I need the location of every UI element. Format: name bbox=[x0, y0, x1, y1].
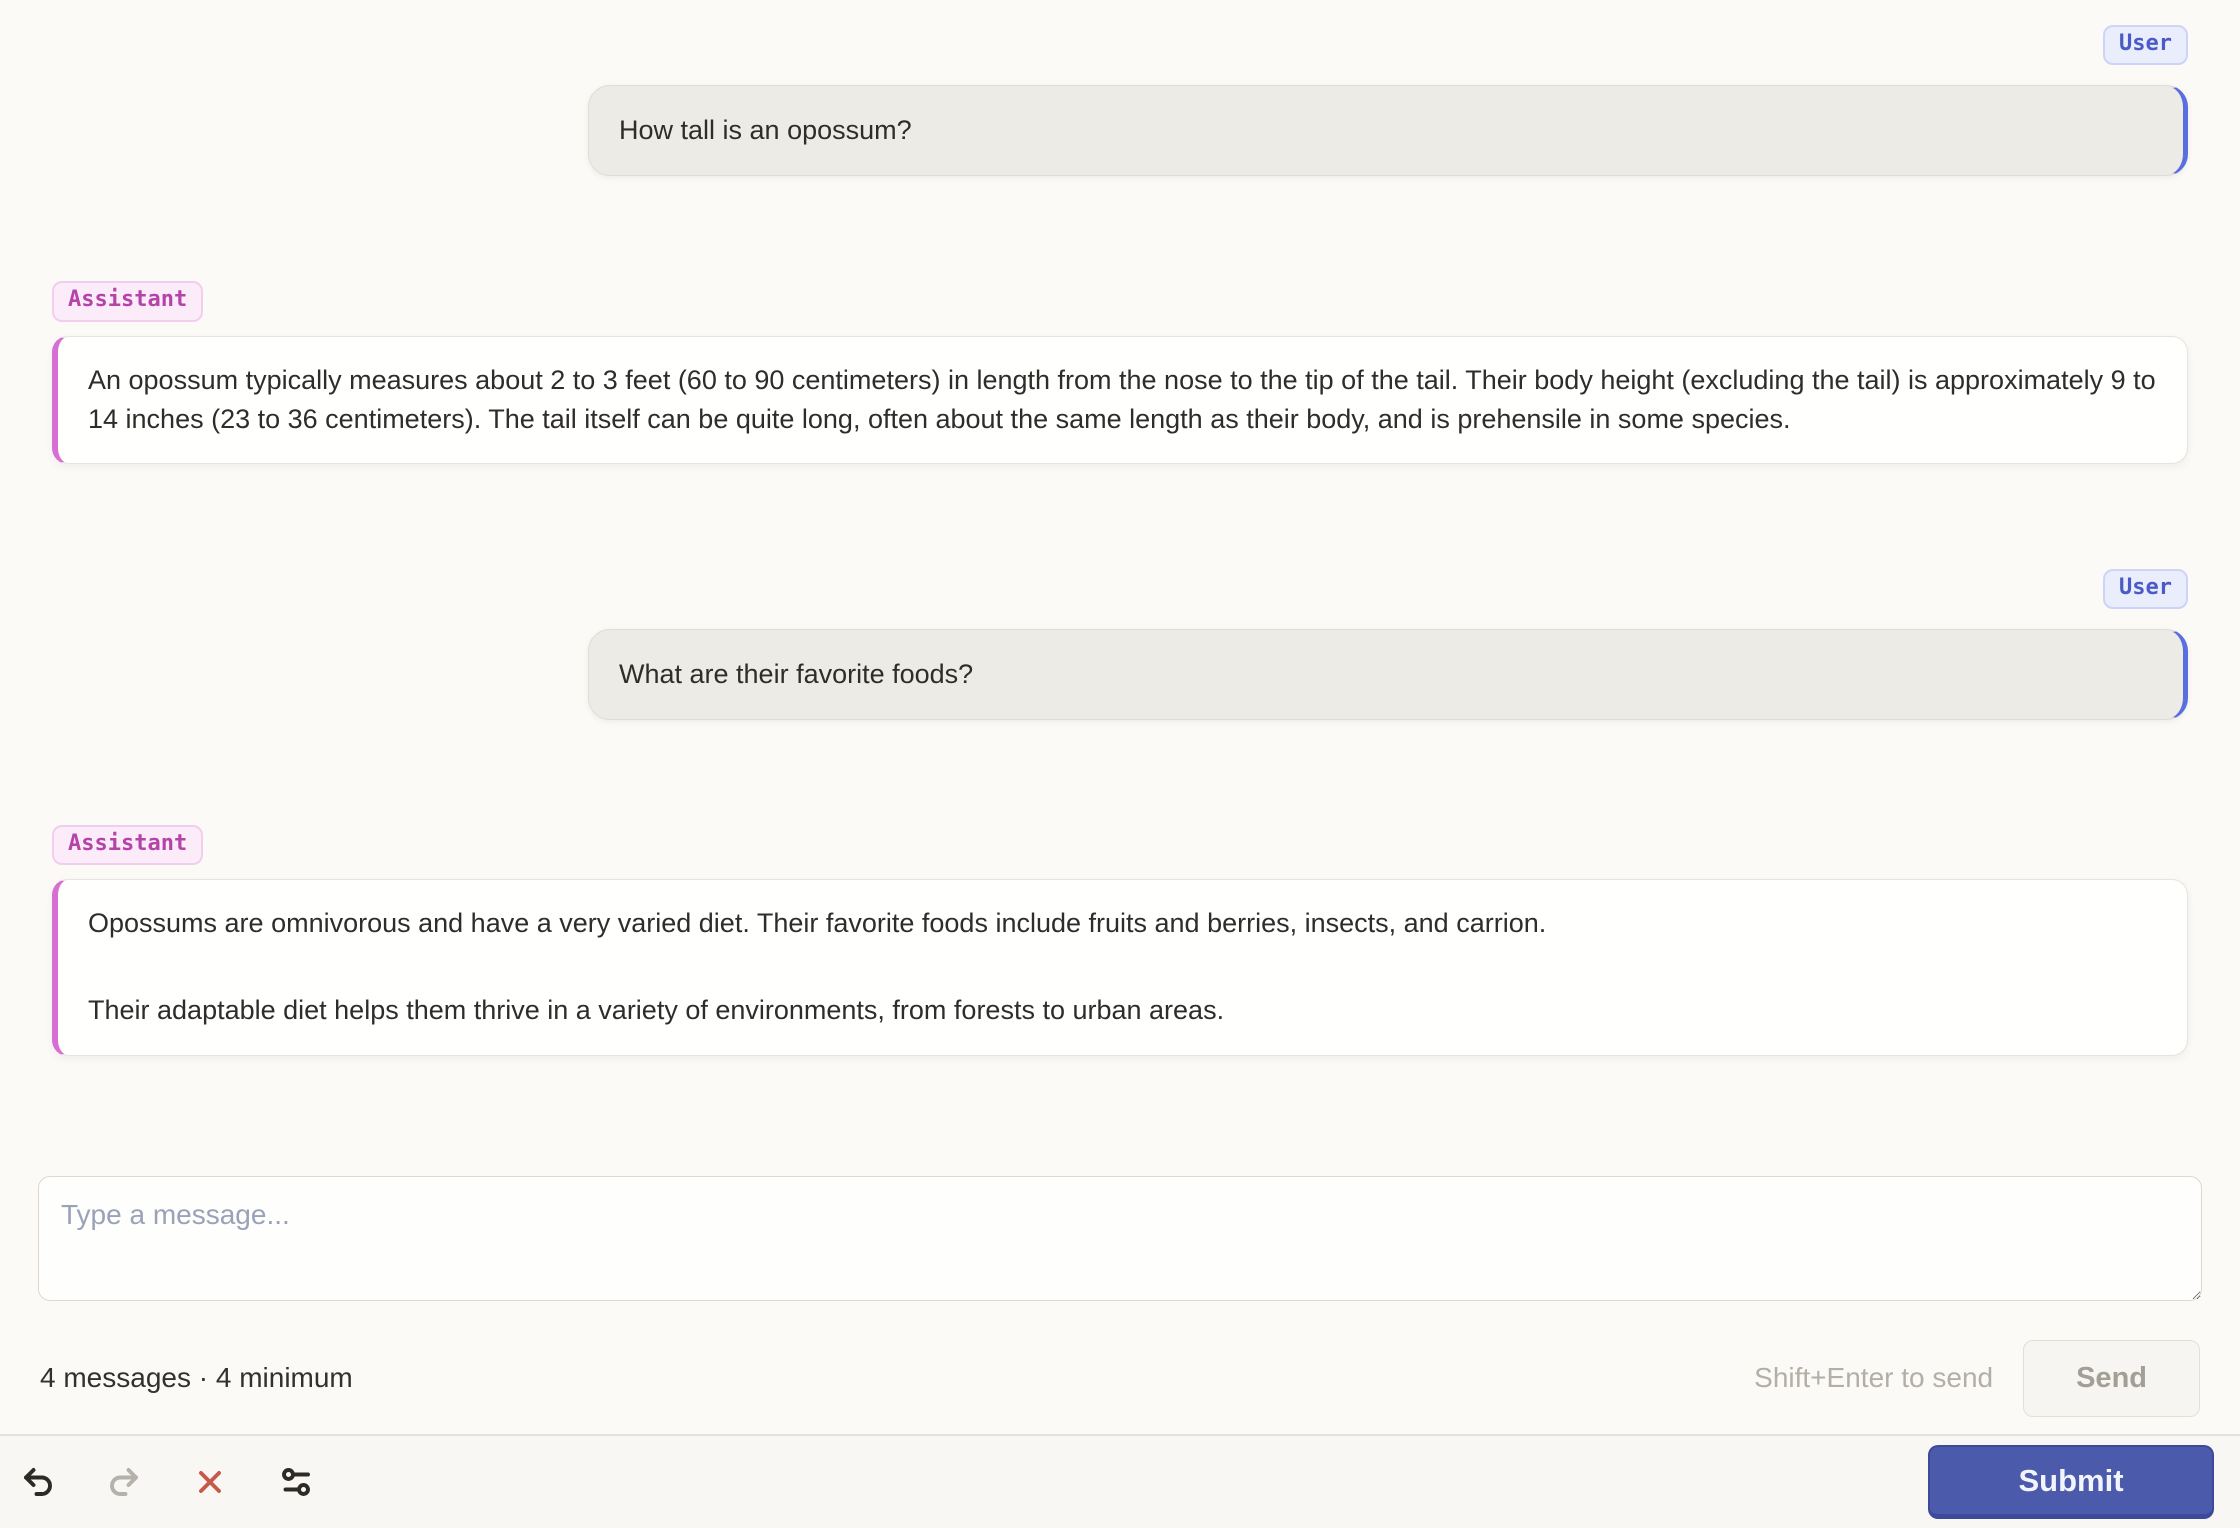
x-icon bbox=[199, 1471, 221, 1493]
redo-button[interactable] bbox=[92, 1450, 156, 1514]
message-user: User How tall is an opossum? bbox=[52, 25, 2188, 177]
role-badge-user: User bbox=[2103, 25, 2188, 66]
assistant-paragraph: Opossums are omnivorous and have a very … bbox=[88, 908, 1547, 939]
sliders-icon bbox=[282, 1468, 310, 1496]
send-button[interactable]: Send bbox=[2023, 1339, 2200, 1417]
message-assistant: Assistant An opossum typically measures … bbox=[52, 281, 2188, 464]
user-message-bubble: How tall is an opossum? bbox=[588, 85, 2188, 177]
redo-icon bbox=[110, 1468, 138, 1496]
settings-button[interactable] bbox=[264, 1450, 328, 1514]
undo-button[interactable] bbox=[6, 1450, 70, 1514]
submit-button[interactable]: Submit bbox=[1928, 1445, 2214, 1519]
undo-icon bbox=[24, 1468, 52, 1496]
send-shortcut-hint: Shift+Enter to send bbox=[1754, 1362, 1994, 1394]
message-input[interactable] bbox=[38, 1175, 2202, 1301]
chat-transcript: User How tall is an opossum? Assistant A… bbox=[0, 0, 2240, 1056]
bottom-toolbar: Submit bbox=[0, 1434, 2240, 1528]
composer-status-row: 4 messages · 4 minimum Shift+Enter to se… bbox=[38, 1339, 2202, 1417]
user-message-bubble: What are their favorite foods? bbox=[588, 628, 2188, 721]
message-assistant: Assistant Opossums are omnivorous and ha… bbox=[52, 825, 2188, 1056]
assistant-message-bubble: An opossum typically measures about 2 to… bbox=[52, 335, 2188, 464]
message-user: User What are their favorite foods? bbox=[52, 568, 2188, 721]
role-badge-assistant: Assistant bbox=[52, 825, 204, 866]
message-count-status: 4 messages · 4 minimum bbox=[40, 1362, 353, 1394]
assistant-message-bubble: Opossums are omnivorous and have a very … bbox=[52, 879, 2188, 1056]
role-badge-user: User bbox=[2103, 568, 2188, 609]
assistant-paragraph: Their adaptable diet helps them thrive i… bbox=[88, 995, 1225, 1026]
message-composer: 4 messages · 4 minimum Shift+Enter to se… bbox=[0, 1161, 2240, 1417]
discard-button[interactable] bbox=[178, 1450, 242, 1514]
composer-actions: Shift+Enter to send Send bbox=[1754, 1339, 2200, 1417]
role-badge-assistant: Assistant bbox=[52, 281, 204, 322]
